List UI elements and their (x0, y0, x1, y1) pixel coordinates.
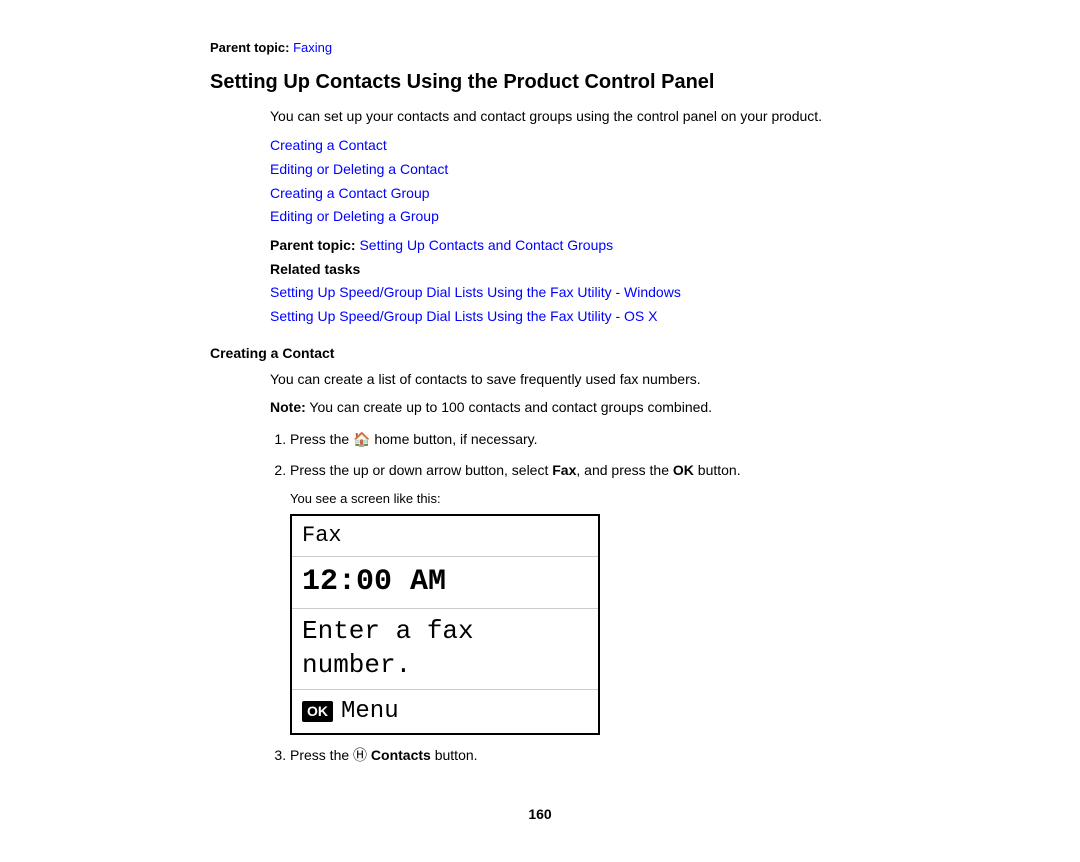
related-link-osx[interactable]: Setting Up Speed/Group Dial Lists Using … (270, 305, 870, 329)
screen-preview: You see a screen like this: Fax 12:00 AM… (290, 491, 870, 735)
link-editing-group[interactable]: Editing or Deleting a Group (270, 205, 870, 229)
parent-topic-top: Parent topic: Faxing (210, 40, 870, 55)
parent-topic-bottom: Parent topic: Setting Up Contacts and Co… (270, 237, 870, 253)
fax-screen-menu-row: OK Menu (292, 690, 598, 733)
step-1: Press the 🏠 home button, if necessary. (290, 429, 870, 450)
ok-bold: OK (673, 462, 694, 478)
fax-screen-row-2: 12:00 AM (292, 557, 598, 609)
related-links: Setting Up Speed/Group Dial Lists Using … (270, 281, 870, 329)
step-3: Press the Ⓗ Contacts button. (290, 745, 870, 766)
parent-topic-link[interactable]: Faxing (293, 40, 332, 55)
intro-text: You can set up your contacts and contact… (270, 108, 870, 124)
steps-list: Press the 🏠 home button, if necessary. P… (290, 429, 870, 481)
ok-badge: OK (302, 701, 333, 721)
parent-topic-bottom-label: Parent topic: (270, 237, 356, 253)
screen-caption: You see a screen like this: (290, 491, 870, 506)
link-editing-contact[interactable]: Editing or Deleting a Contact (270, 158, 870, 182)
page-container: Parent topic: Faxing Setting Up Contacts… (150, 0, 930, 862)
fax-screen-row-1: Fax (292, 516, 598, 558)
parent-topic-bottom-link[interactable]: Setting Up Contacts and Contact Groups (359, 237, 613, 253)
link-creating-contact[interactable]: Creating a Contact (270, 134, 870, 158)
home-icon: 🏠 (353, 431, 370, 447)
section-intro: You can create a list of contacts to sav… (270, 371, 870, 387)
fax-screen-row-3: Enter a fax number. (292, 609, 598, 690)
contacts-bold: Contacts (371, 747, 431, 763)
fax-bold: Fax (552, 462, 576, 478)
topic-links: Creating a Contact Editing or Deleting a… (270, 134, 870, 229)
step-2: Press the up or down arrow button, selec… (290, 460, 870, 481)
menu-label: Menu (341, 696, 399, 727)
related-link-windows[interactable]: Setting Up Speed/Group Dial Lists Using … (270, 281, 870, 305)
page-footer: 160 (210, 806, 870, 822)
note-text: You can create up to 100 contacts and co… (306, 399, 712, 415)
fax-screen: Fax 12:00 AM Enter a fax number. OK Menu (290, 514, 600, 735)
link-creating-group[interactable]: Creating a Contact Group (270, 182, 870, 206)
main-heading: Setting Up Contacts Using the Product Co… (210, 71, 870, 94)
steps-list-continued: Press the Ⓗ Contacts button. (290, 745, 870, 766)
contacts-icon: Ⓗ (353, 747, 367, 763)
parent-topic-label: Parent topic: (210, 40, 289, 55)
note-block: Note: You can create up to 100 contacts … (270, 399, 870, 415)
related-tasks-label: Related tasks (270, 261, 870, 277)
section-heading: Creating a Contact (210, 345, 870, 361)
page-number: 160 (528, 806, 551, 822)
note-label: Note: (270, 399, 306, 415)
